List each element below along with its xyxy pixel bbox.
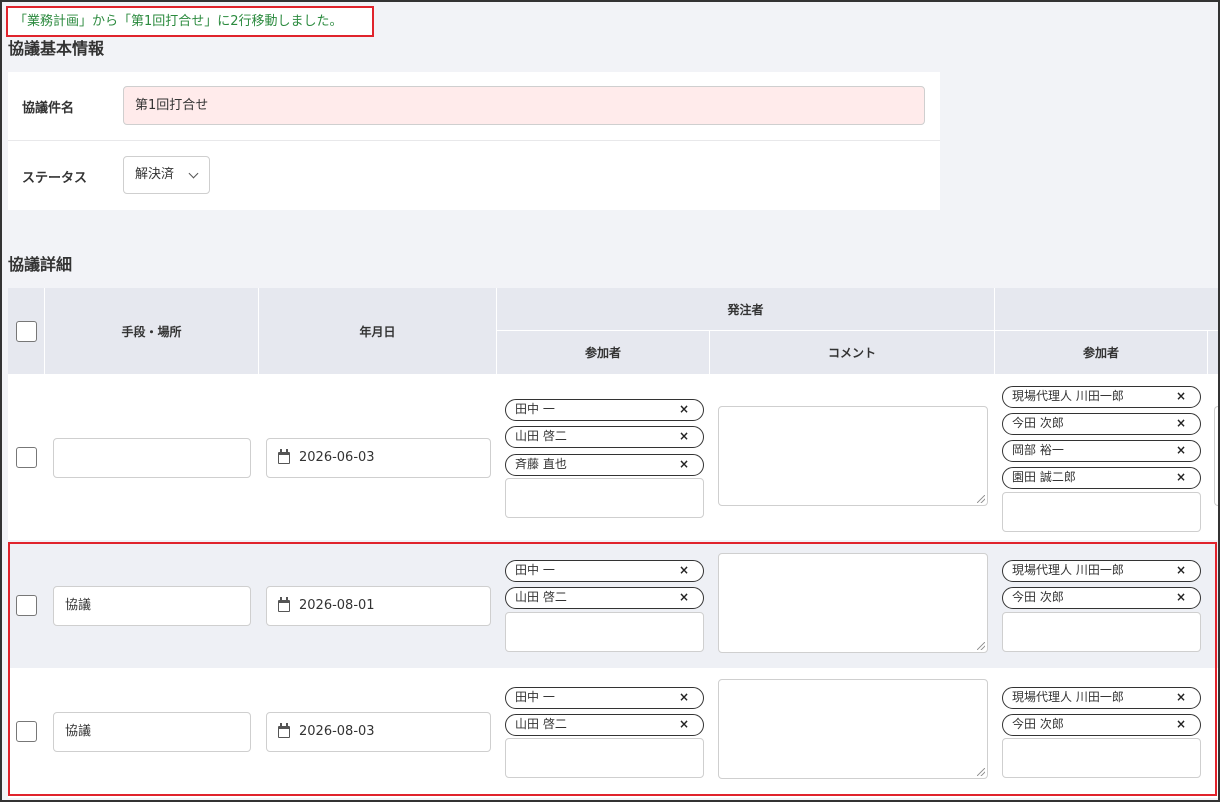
participant-add-input[interactable] — [1002, 612, 1201, 652]
header-participants-contractor: 参加者 — [995, 331, 1208, 374]
row-checkbox[interactable] — [16, 721, 37, 742]
remove-icon[interactable]: × — [1176, 468, 1186, 487]
remove-icon[interactable]: × — [679, 688, 689, 707]
table-row: 協議 2026-08-03 田中 一 × 山田 啓二 × 現場代理人 川田一郎 × 今… — [8, 668, 1218, 798]
table-header: 手段・場所 年月日 発注者 参加者 コメント 参加者 — [8, 288, 1218, 374]
name-label: 協議件名 — [22, 101, 75, 116]
chevron-down-icon — [188, 168, 199, 179]
remove-icon[interactable]: × — [1176, 688, 1186, 707]
calendar-icon — [278, 597, 290, 612]
resize-handle-icon[interactable] — [977, 495, 985, 503]
participant-tag: 今田 次郎 × — [1002, 587, 1201, 609]
remove-icon[interactable]: × — [1176, 414, 1186, 433]
participant-tag: 田中 一 × — [505, 560, 704, 582]
remove-icon[interactable]: × — [679, 427, 689, 446]
participant-name: 今田 次郎 — [1012, 717, 1064, 731]
participant-name: 田中 一 — [515, 563, 555, 577]
comment-textarea-clipped[interactable] — [1214, 406, 1218, 506]
row-checkbox[interactable] — [16, 447, 37, 468]
select-all-checkbox[interactable] — [15, 320, 37, 342]
participant-tag: 斉藤 直也 × — [505, 454, 704, 476]
status-value: 解決済 — [135, 167, 175, 182]
date-input[interactable]: 2026-06-03 — [266, 438, 491, 478]
status-label: ステータス — [22, 171, 88, 186]
participant-tag: 現場代理人 川田一郎 × — [1002, 687, 1201, 709]
participant-name: 山田 啓二 — [515, 429, 567, 443]
header-contractor — [995, 288, 1218, 331]
date-value: 2026-08-01 — [299, 598, 375, 613]
comment-textarea[interactable] — [718, 406, 988, 506]
participant-name: 岡部 裕一 — [1012, 443, 1064, 457]
participant-add-input[interactable] — [1002, 492, 1201, 532]
remove-icon[interactable]: × — [679, 561, 689, 580]
participant-name: 現場代理人 川田一郎 — [1012, 563, 1124, 577]
participant-tag: 岡部 裕一 × — [1002, 440, 1201, 462]
participant-name: 斉藤 直也 — [515, 457, 567, 471]
participant-add-input[interactable] — [505, 478, 704, 518]
comment-textarea[interactable] — [718, 679, 988, 779]
header-method-place: 手段・場所 — [45, 288, 259, 374]
participant-name: 山田 啓二 — [515, 590, 567, 604]
remove-icon[interactable]: × — [679, 400, 689, 419]
participant-name: 田中 一 — [515, 690, 555, 704]
basic-info-card: 協議件名 第1回打合せ ステータス 解決済 — [8, 72, 940, 210]
status-select[interactable]: 解決済 — [123, 156, 210, 194]
participant-name: 現場代理人 川田一郎 — [1012, 690, 1124, 704]
method-place-input[interactable] — [53, 438, 251, 478]
remove-icon[interactable]: × — [1176, 561, 1186, 580]
participant-tag: 田中 一 × — [505, 687, 704, 709]
page-frame: 「業務計画」から「第1回打合せ」に2行移動しました。 協議基本情報 協議件名 第… — [0, 0, 1220, 802]
basic-info-title: 協議基本情報 — [8, 39, 105, 58]
participant-tag: 園田 誠二郎 × — [1002, 467, 1201, 489]
resize-handle-icon[interactable] — [977, 642, 985, 650]
participant-name: 山田 啓二 — [515, 717, 567, 731]
header-participants: 参加者 — [497, 331, 710, 374]
participant-tag: 山田 啓二 × — [505, 587, 704, 609]
consultation-name-input[interactable]: 第1回打合せ — [123, 86, 925, 125]
row-checkbox[interactable] — [16, 595, 37, 616]
remove-icon[interactable]: × — [1176, 715, 1186, 734]
header-select-cell — [8, 288, 45, 374]
calendar-icon — [278, 449, 290, 464]
method-place-input[interactable]: 協議 — [53, 586, 251, 626]
participant-name: 今田 次郎 — [1012, 416, 1064, 430]
remove-icon[interactable]: × — [1176, 387, 1186, 406]
date-value: 2026-06-03 — [299, 450, 375, 465]
participant-tag: 今田 次郎 × — [1002, 413, 1201, 435]
participant-name: 田中 一 — [515, 402, 555, 416]
header-comment: コメント — [710, 331, 995, 374]
remove-icon[interactable]: × — [679, 588, 689, 607]
participant-add-input[interactable] — [505, 738, 704, 778]
participant-tag: 今田 次郎 × — [1002, 714, 1201, 736]
participant-add-input[interactable] — [1002, 738, 1201, 778]
remove-icon[interactable]: × — [1176, 588, 1186, 607]
remove-icon[interactable]: × — [679, 455, 689, 474]
comment-textarea[interactable] — [718, 553, 988, 653]
participant-tag: 山田 啓二 × — [505, 426, 704, 448]
remove-icon[interactable]: × — [679, 715, 689, 734]
remove-icon[interactable]: × — [1176, 441, 1186, 460]
date-input[interactable]: 2026-08-01 — [266, 586, 491, 626]
method-place-input[interactable]: 協議 — [53, 712, 251, 752]
calendar-icon — [278, 723, 290, 738]
header-date: 年月日 — [259, 288, 497, 374]
participant-tag: 田中 一 × — [505, 399, 704, 421]
table-row: 協議 2026-08-01 田中 一 × 山田 啓二 × 現場代理人 川田一郎 × 今… — [8, 542, 1218, 668]
participant-name: 園田 誠二郎 — [1012, 470, 1076, 484]
details-title: 協議詳細 — [8, 255, 73, 274]
participant-tag: 現場代理人 川田一郎 × — [1002, 560, 1201, 582]
table-row: 2026-06-03 田中 一 × 山田 啓二 × 斉藤 直也 × 現場代理人 川田一… — [8, 374, 1218, 540]
date-input[interactable]: 2026-08-03 — [266, 712, 491, 752]
participant-add-input[interactable] — [505, 612, 704, 652]
participant-name: 現場代理人 川田一郎 — [1012, 389, 1124, 403]
date-value: 2026-08-03 — [299, 724, 375, 739]
participant-tag: 現場代理人 川田一郎 × — [1002, 386, 1201, 408]
participant-name: 今田 次郎 — [1012, 590, 1064, 604]
divider — [8, 140, 940, 141]
participant-tag: 山田 啓二 × — [505, 714, 704, 736]
resize-handle-icon[interactable] — [977, 768, 985, 776]
move-notification: 「業務計画」から「第1回打合せ」に2行移動しました。 — [6, 6, 374, 37]
header-orderer: 発注者 — [497, 288, 995, 331]
